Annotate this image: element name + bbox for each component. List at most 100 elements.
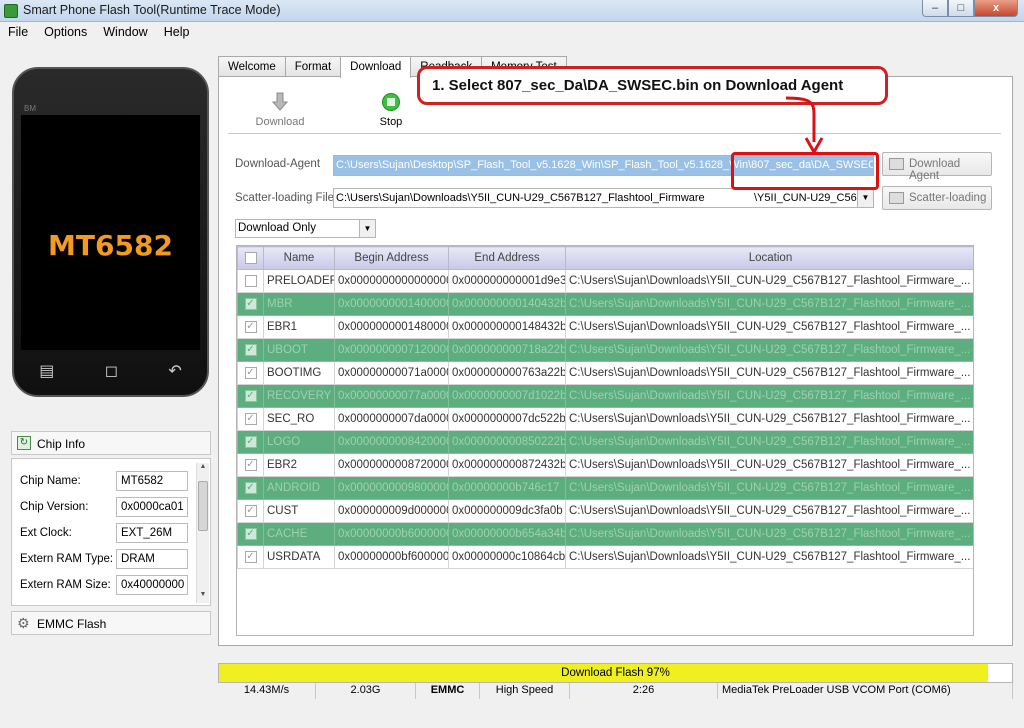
table-row[interactable]: ✓ EBR1 0x0000000001480000 0x000000000148432… — [237, 315, 973, 339]
table-row[interactable]: ✓ MBR 0x0000000001400000 0x000000000140432b… — [237, 292, 973, 316]
row-checkbox-cell[interactable]: ✓ — [237, 545, 264, 569]
end-address: 0x000000000148432b — [448, 315, 566, 339]
ram-type-field[interactable]: DRAM — [116, 549, 188, 569]
scatter-file-label: Scatter-loading File — [235, 192, 335, 204]
menu-file[interactable]: File — [0, 22, 36, 42]
download-agent-button[interactable]: Download Agent — [882, 152, 992, 182]
table-row[interactable]: ✓ SEC_RO 0x0000000007da0000 0x0000000007dc5… — [237, 407, 973, 431]
row-checkbox[interactable]: ✓ — [244, 435, 257, 448]
row-checkbox[interactable]: ✓ — [244, 504, 257, 517]
row-checkbox-cell[interactable]: ✓ — [237, 499, 264, 523]
row-checkbox-cell[interactable]: ✓ — [237, 361, 264, 385]
menu-bar: File Options Window Help — [0, 22, 1024, 42]
partition-name: ANDROID — [263, 476, 335, 500]
tab-welcome[interactable]: Welcome — [218, 56, 286, 77]
partition-name: CACHE — [263, 522, 335, 546]
emmc-flash-header[interactable]: ⚙ EMMC Flash — [11, 611, 211, 635]
row-checkbox[interactable]: ✓ — [244, 481, 257, 494]
download-mode-select[interactable]: Download Only ▼ — [235, 219, 376, 238]
chip-info-panel: Chip Name: MT6582 Chip Version: 0x0000ca… — [11, 458, 211, 606]
partition-table: Name Begin Address End Address Location … — [236, 245, 974, 636]
close-button[interactable]: x — [974, 0, 1018, 17]
select-all-header[interactable] — [237, 246, 264, 270]
scroll-down-icon[interactable]: ▼ — [197, 591, 209, 603]
location-path: C:\Users\Sujan\Downloads\Y5II_CUN-U29_C5… — [565, 545, 973, 569]
select-all-checkbox[interactable] — [244, 251, 257, 264]
menu-help[interactable]: Help — [156, 22, 198, 42]
row-checkbox-cell[interactable]: ✓ — [237, 522, 264, 546]
table-row[interactable]: PRELOADER 0x0000000000000000 0x00000000000… — [237, 269, 973, 293]
stop-button[interactable]: Stop — [356, 92, 426, 128]
table-row[interactable]: ✓ LOGO 0x0000000008420000 0x000000000850222… — [237, 430, 973, 454]
row-checkbox-cell[interactable]: ✓ — [237, 338, 264, 362]
table-row[interactable]: ✓ CACHE 0x00000000b6000000 0x00000000b654a3… — [237, 522, 973, 546]
row-checkbox[interactable]: ✓ — [244, 412, 257, 425]
status-usb-speed: High Speed — [480, 683, 570, 699]
location-path: C:\Users\Sujan\Downloads\Y5II_CUN-U29_C5… — [565, 453, 973, 477]
column-header-name[interactable]: Name — [263, 246, 335, 270]
chip-version-field[interactable]: 0x0000ca01 — [116, 497, 188, 517]
table-row[interactable]: ✓ UBOOT 0x0000000007120000 0x000000000718a2… — [237, 338, 973, 362]
location-path: C:\Users\Sujan\Downloads\Y5II_CUN-U29_C5… — [565, 407, 973, 431]
row-checkbox-cell[interactable]: ✓ — [237, 315, 264, 339]
row-checkbox-cell[interactable]: ✓ — [237, 476, 264, 500]
menu-window[interactable]: Window — [95, 22, 155, 42]
chevron-down-icon[interactable]: ▼ — [359, 220, 375, 237]
chip-name-field[interactable]: MT6582 — [116, 471, 188, 491]
minimize-button[interactable]: – — [922, 0, 948, 17]
end-address: 0x00000000c10864cb — [448, 545, 566, 569]
scatter-loading-button[interactable]: Scatter-loading — [882, 186, 992, 210]
row-checkbox[interactable]: ✓ — [244, 458, 257, 471]
row-checkbox[interactable]: ✓ — [244, 550, 257, 563]
scroll-thumb[interactable] — [198, 481, 208, 531]
column-header-location[interactable]: Location — [565, 246, 973, 270]
location-path: C:\Users\Sujan\Downloads\Y5II_CUN-U29_C5… — [565, 384, 973, 408]
row-checkbox-cell[interactable]: ✓ — [237, 384, 264, 408]
table-row[interactable]: ✓ RECOVERY 0x00000000077a0000 0x0000000007d… — [237, 384, 973, 408]
scatter-file-input[interactable]: C:\Users\Sujan\Downloads\Y5II_CUN-U29_C5… — [333, 188, 874, 208]
row-checkbox[interactable] — [244, 274, 257, 287]
row-checkbox[interactable]: ✓ — [244, 343, 257, 356]
chip-info-scrollbar[interactable]: ▲ ▼ — [196, 463, 209, 603]
partition-name: LOGO — [263, 430, 335, 454]
menu-options[interactable]: Options — [36, 22, 95, 42]
ext-clock-field[interactable]: EXT_26M — [116, 523, 188, 543]
chip-info-row: Chip Version: 0x0000ca01 — [20, 497, 200, 519]
download-button[interactable]: Download — [245, 92, 315, 128]
tab-download[interactable]: Download — [340, 56, 412, 78]
row-checkbox[interactable]: ✓ — [244, 389, 257, 402]
tab-format[interactable]: Format — [284, 56, 342, 77]
row-checkbox-cell[interactable]: ✓ — [237, 292, 264, 316]
row-checkbox[interactable]: ✓ — [244, 320, 257, 333]
table-row[interactable]: ✓ ANDROID 0x0000000009800000 0x00000000b746… — [237, 476, 973, 500]
chip-info-header[interactable]: ↻ Chip Info — [11, 431, 211, 455]
row-checkbox-cell[interactable]: ✓ — [237, 407, 264, 431]
row-checkbox-cell[interactable] — [237, 269, 264, 293]
status-speed: 14.43M/s — [218, 683, 316, 699]
column-header-end[interactable]: End Address — [448, 246, 566, 270]
row-checkbox[interactable]: ✓ — [244, 527, 257, 540]
maximize-button[interactable]: □ — [948, 0, 974, 17]
chip-info-key: Extern RAM Type: — [20, 553, 114, 565]
chip-info-key: Chip Name: — [20, 475, 81, 487]
table-row[interactable]: ✓ CUST 0x000000009d000000 0x000000009dc3fa0… — [237, 499, 973, 523]
scroll-up-icon[interactable]: ▲ — [197, 463, 209, 475]
begin-address: 0x00000000b6000000 — [334, 522, 449, 546]
row-checkbox[interactable]: ✓ — [244, 366, 257, 379]
table-row[interactable]: ✓ EBR2 0x0000000008720000 0x000000000872432… — [237, 453, 973, 477]
end-address: 0x00000000b746c17 — [448, 476, 566, 500]
ram-size-field[interactable]: 0x40000000 — [116, 575, 188, 595]
status-time: 2:26 — [570, 683, 718, 699]
row-checkbox[interactable]: ✓ — [244, 297, 257, 310]
gear-icon: ⚙ — [17, 615, 30, 631]
table-row[interactable]: ✓ BOOTIMG 0x00000000071a0000 0x000000000763… — [237, 361, 973, 385]
row-checkbox-cell[interactable]: ✓ — [237, 453, 264, 477]
table-row[interactable]: ✓ USRDATA 0x00000000bf600000 0x00000000c108… — [237, 545, 973, 569]
location-path: C:\Users\Sujan\Downloads\Y5II_CUN-U29_C5… — [565, 361, 973, 385]
chevron-down-icon[interactable]: ▼ — [857, 189, 873, 207]
partition-name: RECOVERY — [263, 384, 335, 408]
column-header-begin[interactable]: Begin Address — [334, 246, 449, 270]
row-checkbox-cell[interactable]: ✓ — [237, 430, 264, 454]
scatter-path-tail: \Y5II_CUN-U29_C567 — [754, 192, 863, 204]
window-controls: – □ x — [922, 0, 1018, 18]
